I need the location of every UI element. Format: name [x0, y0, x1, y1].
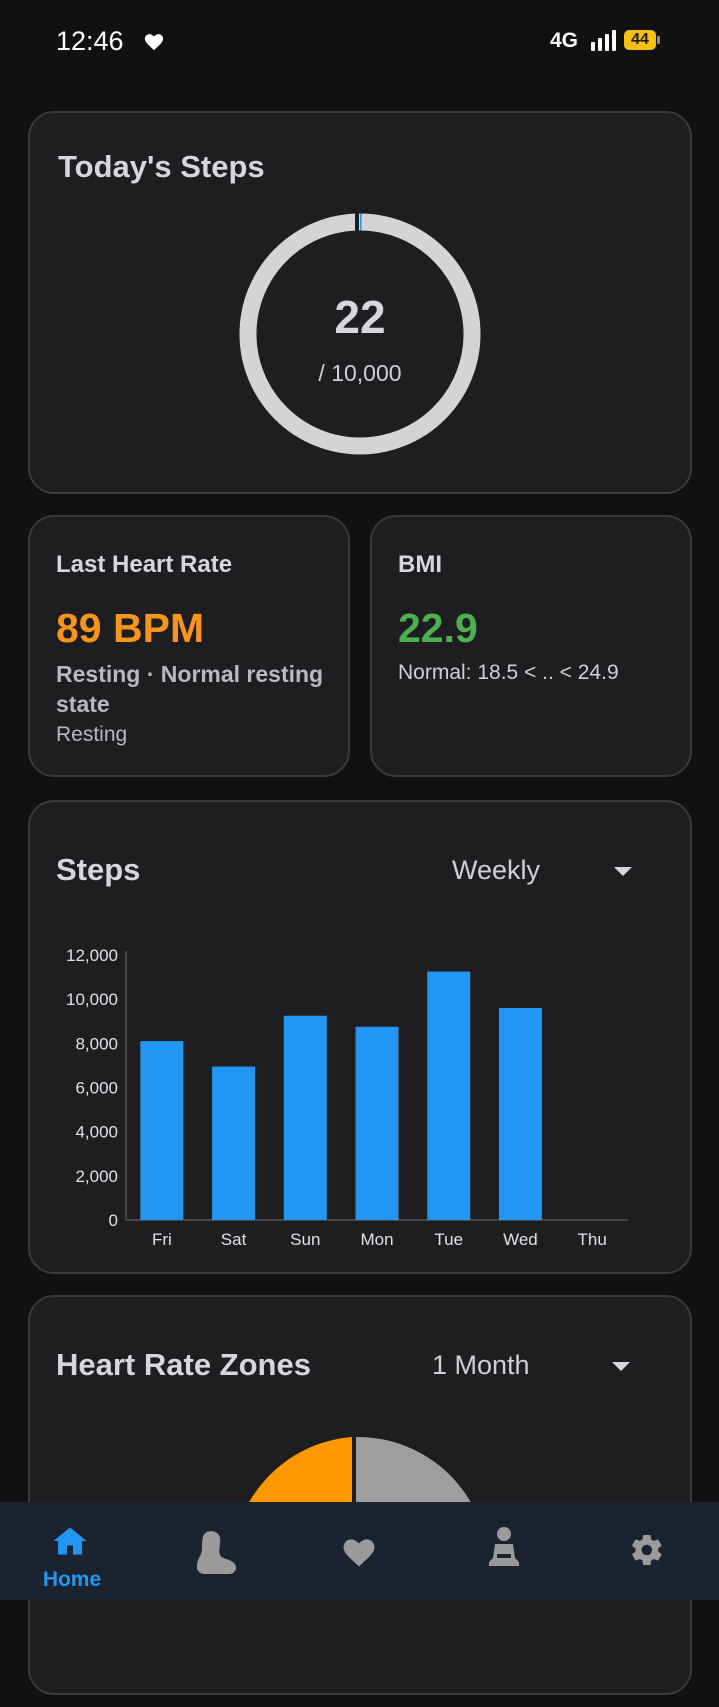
steps-count: 22 — [334, 291, 386, 343]
heart-icon — [340, 1534, 378, 1573]
bmi-card[interactable]: BMI 22.9 Normal: 18.5 < .. < 24.9 — [370, 515, 692, 777]
y-tick-label: 4,000 — [75, 1123, 118, 1142]
y-tick-label: 10,000 — [66, 990, 118, 1009]
network-type: 4G — [550, 29, 579, 52]
x-tick-label: Mon — [360, 1230, 393, 1249]
nav-steps[interactable] — [157, 1502, 277, 1600]
heart-zones-title: Heart Rate Zones — [56, 1347, 311, 1382]
bar-tue — [427, 971, 471, 1220]
bmi-range: Normal: 18.5 < .. < 24.9 — [398, 661, 619, 684]
meditation-icon — [487, 1526, 521, 1577]
x-tick-label: Tue — [434, 1230, 463, 1249]
signal-icon — [590, 30, 618, 57]
y-tick-label: 12,000 — [66, 946, 118, 965]
heart-rate-title: Last Heart Rate — [56, 551, 233, 578]
x-tick-label: Sun — [290, 1230, 320, 1249]
y-tick-label: 0 — [109, 1211, 118, 1230]
steps-chart-card: Steps Weekly 0 2,000 4,000 6,000 8,000 10,000… — [28, 800, 692, 1274]
battery-icon: 44 — [624, 30, 660, 52]
status-time: 12:46 — [56, 26, 124, 56]
heart-rate-zones-card: Heart Rate Zones 1 Month — [28, 1295, 692, 1695]
nav-home[interactable]: Home — [12, 1502, 132, 1600]
status-heart-icon — [143, 31, 165, 56]
nav-settings[interactable] — [587, 1502, 707, 1600]
foot-icon — [193, 1528, 239, 1581]
nav-wellness[interactable] — [443, 1502, 563, 1600]
bottom-navigation: Home — [0, 1502, 719, 1600]
todays-steps-title: Today's Steps — [58, 149, 265, 184]
status-bar: 12:46 4G 44 — [0, 0, 719, 84]
gear-icon — [629, 1532, 665, 1573]
chevron-down-icon — [612, 1362, 630, 1371]
heart-rate-card[interactable]: Last Heart Rate 89 BPM Resting · Normal … — [28, 515, 350, 777]
bmi-title: BMI — [398, 551, 442, 578]
nav-home-label: Home — [42, 1568, 102, 1591]
zones-period-label: 1 Month — [432, 1350, 530, 1380]
zones-period-dropdown[interactable]: 1 Month — [432, 1350, 652, 1386]
bar-mon — [355, 1026, 399, 1220]
steps-goal: / 10,000 — [318, 360, 402, 386]
y-tick-label: 6,000 — [75, 1079, 118, 1098]
bar-fri — [140, 1041, 184, 1220]
y-tick-label: 2,000 — [75, 1167, 118, 1186]
x-tick-label: Sat — [221, 1230, 247, 1249]
steps-bar-chart: 0 2,000 4,000 6,000 8,000 10,000 12,000 Fri Sat S… — [66, 946, 628, 1249]
x-tick-label: Wed — [503, 1230, 538, 1249]
x-tick-label: Fri — [152, 1230, 172, 1249]
battery-level: 44 — [631, 31, 649, 48]
bmi-value: 22.9 — [398, 605, 478, 651]
y-tick-label: 8,000 — [75, 1034, 118, 1053]
nav-heart[interactable] — [300, 1502, 420, 1600]
bar-sat — [212, 1066, 256, 1220]
heart-rate-description: Resting · Normal resting state — [56, 661, 324, 717]
x-tick-label: Thu — [577, 1230, 606, 1249]
home-icon — [52, 1524, 88, 1563]
todays-steps-card[interactable]: Today's Steps 22 / 10,000 — [28, 111, 692, 494]
bar-wed — [498, 1008, 542, 1220]
bar-sun — [283, 1015, 327, 1220]
heart-rate-state: Resting — [56, 723, 128, 746]
heart-rate-value: 89 BPM — [56, 605, 205, 651]
